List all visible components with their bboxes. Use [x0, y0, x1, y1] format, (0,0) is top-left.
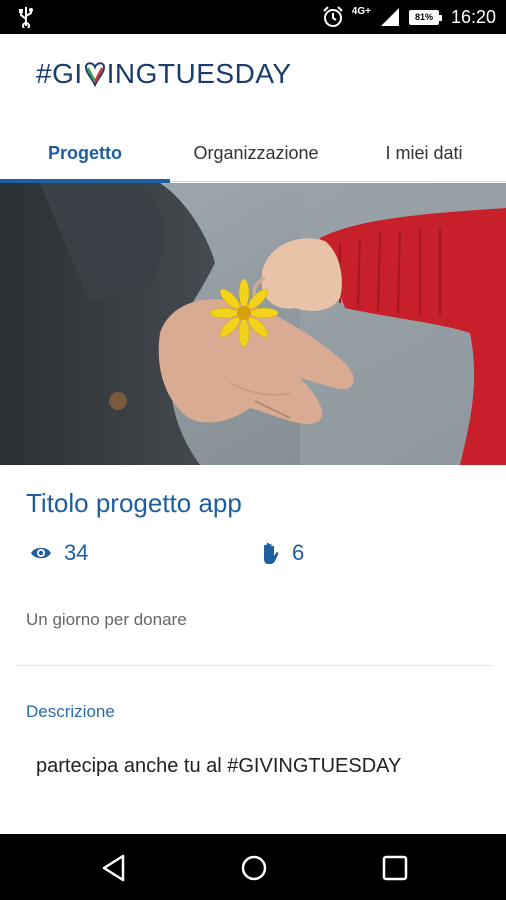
views-count: 34 [64, 540, 89, 565]
tab-miei-dati[interactable]: I miei dati [342, 124, 506, 182]
home-icon[interactable] [239, 853, 269, 883]
alarm-icon [323, 6, 343, 27]
divider [15, 665, 492, 666]
logo-text-end: INGTUESDAY [106, 58, 292, 89]
project-title: Titolo progetto app [26, 488, 242, 518]
hero-photo [0, 183, 506, 465]
project-image [0, 183, 506, 465]
project-description: partecipa anche tu al #GIVINGTUESDAY [36, 755, 402, 777]
supporters-count: 6 [292, 540, 305, 565]
eye-icon [31, 547, 51, 559]
supporters-stat: 6 [260, 540, 304, 566]
views-stat: 34 [30, 540, 88, 566]
tab-organizzazione[interactable]: Organizzazione [170, 124, 342, 182]
app-header: #GI INGTUESDAY Progetto Organizzazione I… [0, 34, 506, 183]
recents-icon[interactable] [380, 853, 410, 883]
network-type: 4G+ [351, 5, 371, 17]
back-icon[interactable] [99, 853, 129, 883]
status-time: 16:20 [450, 6, 496, 27]
battery-level: 81% [414, 12, 433, 22]
signal-icon [380, 8, 399, 26]
usb-icon [19, 7, 33, 28]
giving-tuesday-logo: #GI INGTUESDAY [36, 58, 292, 90]
project-subtitle: Un giorno per donare [26, 610, 187, 629]
description-label: Descrizione [26, 702, 115, 721]
logo-text-start: #GI [36, 58, 83, 89]
tab-progetto[interactable]: Progetto [0, 124, 170, 182]
system-nav-bar [0, 834, 506, 900]
hand-icon [264, 542, 279, 564]
battery-icon: 81% [408, 9, 442, 25]
status-bar: 4G+ 81% 16:20 [0, 0, 506, 34]
tab-bar: Progetto Organizzazione I miei dati [0, 124, 506, 183]
heart-v-icon [84, 62, 105, 87]
